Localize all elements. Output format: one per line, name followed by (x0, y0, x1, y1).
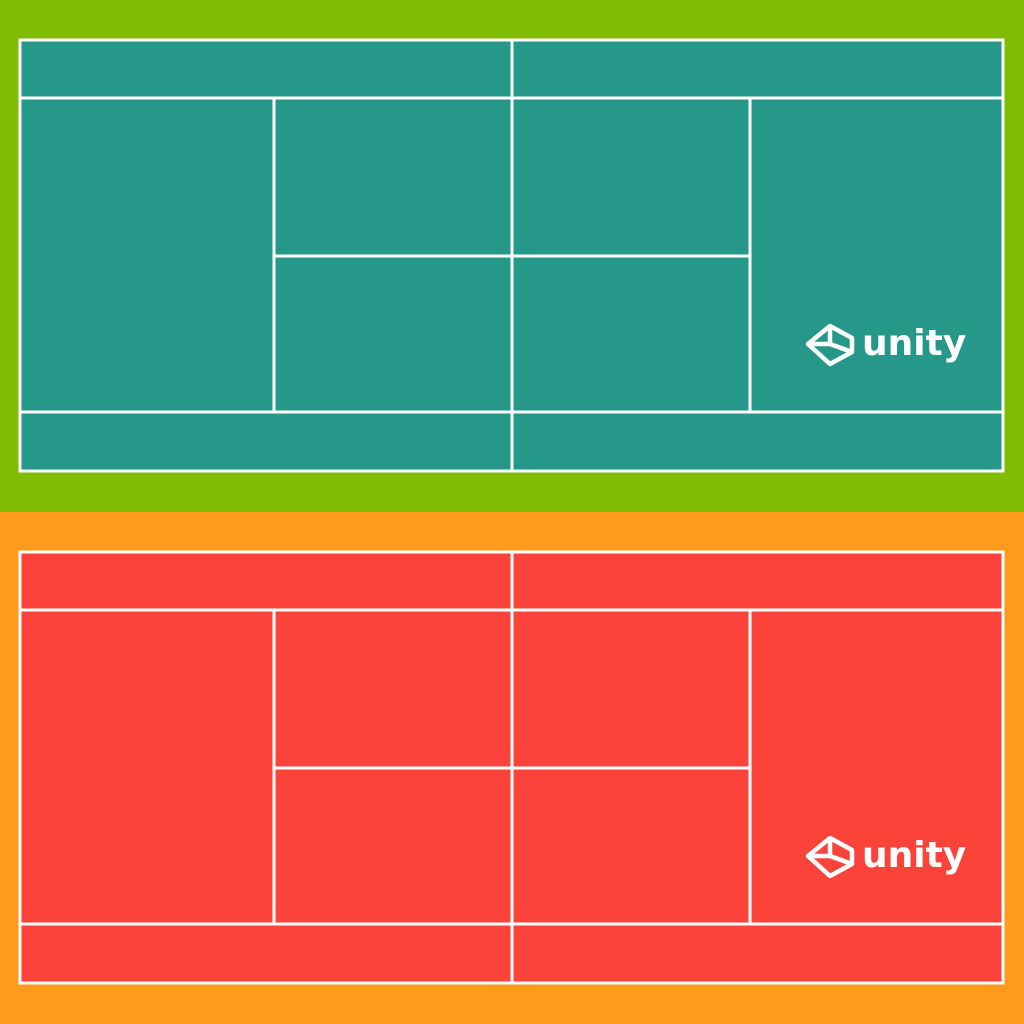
unity-logo: unity (804, 318, 966, 370)
unity-logo-text: unity (862, 323, 967, 364)
court-top-graphic (0, 0, 1024, 512)
unity-logo-text: unity (862, 835, 967, 876)
tennis-court-bottom: unity (0, 512, 1024, 1024)
unity-logo: unity (804, 830, 966, 882)
tennis-court-top: unity (0, 0, 1024, 512)
unity-cube-icon (804, 830, 856, 882)
court-bottom-graphic (0, 512, 1024, 1024)
unity-cube-icon (804, 318, 856, 370)
